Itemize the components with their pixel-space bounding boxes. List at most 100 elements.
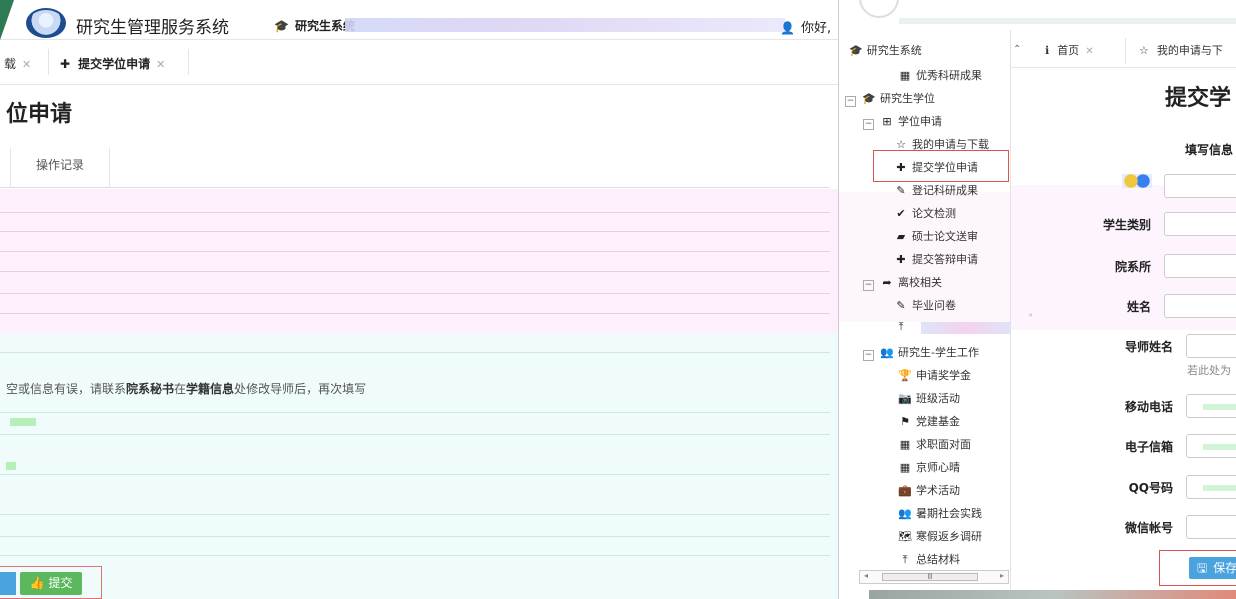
sidebar-item-summary-material[interactable]: ⤒ 总结材料	[897, 551, 960, 567]
tab-divider	[188, 49, 189, 75]
label-mobile: 移动电话	[1124, 400, 1173, 414]
sidebar-item-label: 离校相关	[898, 276, 942, 289]
tab-partial-label: 载	[4, 57, 17, 71]
sign-out-icon: ➦	[882, 276, 892, 289]
collapse-toggle[interactable]: −	[863, 119, 874, 130]
close-icon[interactable]: ✕	[1085, 46, 1093, 57]
student-type-field[interactable]	[1164, 212, 1236, 236]
tab-submit-degree[interactable]: ✚ 提交学位申请 ✕	[60, 55, 165, 72]
scrollbar-thumb[interactable]: Ⅲ	[882, 573, 978, 581]
sidebar-item-academic-activity[interactable]: 💼 学术活动	[897, 482, 960, 498]
sidebar-system-header[interactable]: 🎓 研究生系统	[849, 42, 922, 58]
background-window: 研究生管理服务系统 🎓 研究生系统 👤 你好, 载 ✕ ✚ 提交学位申请 ✕ 位申请 操作…	[0, 0, 858, 599]
star-outline-icon: ☆	[1139, 44, 1149, 57]
thumbs-up-icon: 👍	[29, 576, 45, 590]
sidebar-item-winter-research[interactable]: 🗺 寒假返乡调研	[897, 528, 982, 544]
close-icon[interactable]: ✕	[22, 58, 31, 71]
sidebar-item-label: 申请奖学金	[916, 369, 971, 382]
sidebar-item-thesis-check[interactable]: ✔ 论文检测	[893, 205, 956, 221]
left-tab-bar: 载 ✕ ✚ 提交学位申请 ✕	[0, 41, 858, 85]
sidebar-item-label: 总结材料	[916, 553, 960, 566]
sidebar-item-job-meet[interactable]: ▦ 求职面对面	[897, 436, 971, 452]
page-title: 提交学	[1165, 86, 1232, 111]
tab-partial[interactable]: 载 ✕	[4, 55, 31, 72]
student-id-field[interactable]	[1164, 174, 1236, 198]
tab-my-apply[interactable]: ☆ 我的申请与下	[1139, 42, 1223, 58]
prev-button[interactable]	[0, 572, 16, 595]
notice-emphasis: 学籍信息	[186, 382, 235, 396]
logo-partial	[859, 0, 899, 18]
right-tab-bar: ℹ 首页 ✕ ☆ 我的申请与下	[1011, 34, 1236, 68]
close-icon[interactable]: ✕	[156, 58, 165, 71]
submit-button[interactable]: 👍 提交	[20, 572, 82, 595]
garbled-value	[1203, 444, 1236, 450]
mobile-field[interactable]	[1186, 394, 1236, 418]
qq-field[interactable]	[1186, 475, 1236, 499]
sidebar-item-label: 寒假返乡调研	[916, 530, 982, 543]
notice-part: 空或信息有误，请联系	[6, 382, 127, 396]
label-wechat: 微信帐号	[1124, 521, 1173, 535]
sidebar-item-label: 提交答辩申请	[912, 253, 978, 266]
graduation-cap-icon: 🎓	[862, 92, 876, 105]
sidebar-item-degree-apply[interactable]: − ⊞ 学位申请	[863, 113, 942, 130]
advisor-field[interactable]	[1186, 334, 1236, 358]
email-field[interactable]	[1186, 434, 1236, 458]
sidebar-item-leave-school[interactable]: − ➦ 离校相关	[863, 274, 942, 291]
sidebar-item-label: 求职面对面	[916, 438, 971, 451]
sidebar-item-thesis-review[interactable]: ▰ 硕士论文送审	[893, 228, 978, 244]
plus-square-icon: ⊞	[882, 115, 892, 128]
sidebar-item-scholarship[interactable]: 🏆 申请奖学金	[897, 367, 971, 383]
sub-tab-bar: 操作记录	[0, 148, 830, 188]
wechat-field[interactable]	[1186, 515, 1236, 539]
sidebar-item-grad-survey[interactable]: ✎ 毕业问卷	[893, 297, 956, 313]
sidebar-item-register-research[interactable]: ✎ 登记科研成果	[893, 182, 978, 198]
graduation-cap-icon: 🎓	[274, 19, 289, 33]
check-icon: ✔	[896, 207, 906, 220]
sidebar-item-graduate-degree[interactable]: − 🎓 研究生学位	[845, 90, 935, 107]
pencil-icon: ✎	[896, 184, 906, 197]
department-field[interactable]	[1164, 254, 1236, 278]
label-email: 电子信箱	[1124, 440, 1173, 454]
sidebar-item-label: 党建基金	[916, 415, 960, 428]
scroll-right-icon[interactable]: ▸	[1000, 571, 1004, 580]
top-header: 研究生管理服务系统 🎓 研究生系统 👤 你好,	[0, 6, 858, 40]
garbled-value	[6, 462, 16, 470]
user-greeting[interactable]: 👤 你好,	[780, 17, 831, 36]
sidebar-horizontal-scrollbar[interactable]: ◂ Ⅲ ▸	[859, 570, 1009, 584]
save-button[interactable]: 🖫 保存	[1189, 557, 1236, 579]
sidebar-item-summer-practice[interactable]: 👥 暑期社会实践	[897, 505, 982, 521]
tab-fill-info[interactable]: 填写信息	[1185, 141, 1233, 158]
sidebar-item-class-activity[interactable]: 📷 班级活动	[897, 390, 960, 406]
sidebar-item-label: 暑期社会实践	[916, 507, 982, 520]
garbled-value	[10, 418, 36, 426]
sidebar-item-excellent-research[interactable]: ▦ 优秀科研成果	[897, 67, 982, 83]
greeting-text: 你好,	[800, 21, 832, 36]
form-row-line	[0, 271, 830, 272]
notice-part: 处修改导师后，再次填写	[234, 382, 367, 396]
sidebar-item-label: 优秀科研成果	[916, 69, 982, 82]
header-garbled-region	[345, 18, 785, 32]
submit-label: 提交	[48, 576, 73, 590]
name-field[interactable]	[1164, 294, 1236, 318]
tab-home[interactable]: ℹ 首页 ✕	[1045, 42, 1094, 58]
collapse-toggle[interactable]: −	[845, 96, 856, 107]
tab-operation-record[interactable]: 操作记录	[10, 148, 110, 188]
sidebar-system-label: 研究生系统	[866, 44, 922, 57]
form-row-line	[0, 313, 830, 314]
notice-emphasis: 院系秘书	[126, 382, 175, 396]
briefcase-icon: 💼	[898, 484, 912, 497]
header-system-menu[interactable]: 🎓 研究生系统	[274, 17, 355, 34]
sidebar-item-student-work[interactable]: − 👥 研究生-学生工作	[863, 344, 979, 361]
collapse-toggle[interactable]: −	[863, 280, 874, 291]
floppy-disk-icon: 🖫	[1197, 561, 1208, 575]
form-row-line	[0, 412, 830, 413]
sidebar-item-party-fund[interactable]: ⚑ 党建基金	[897, 413, 960, 429]
table-icon: ▦	[899, 461, 911, 474]
sidebar-item-mental-health[interactable]: ▦ 京师心晴	[897, 459, 960, 475]
sidebar-item-upload-garbled[interactable]: ⤒	[893, 320, 912, 334]
collapse-toggle[interactable]: −	[863, 350, 874, 361]
form-area-cyan	[0, 333, 858, 599]
sidebar-item-defense-apply[interactable]: ✚ 提交答辩申请	[893, 251, 978, 267]
advisor-helper-text: 若此处为	[1187, 364, 1231, 377]
scroll-left-icon[interactable]: ◂	[864, 571, 868, 580]
